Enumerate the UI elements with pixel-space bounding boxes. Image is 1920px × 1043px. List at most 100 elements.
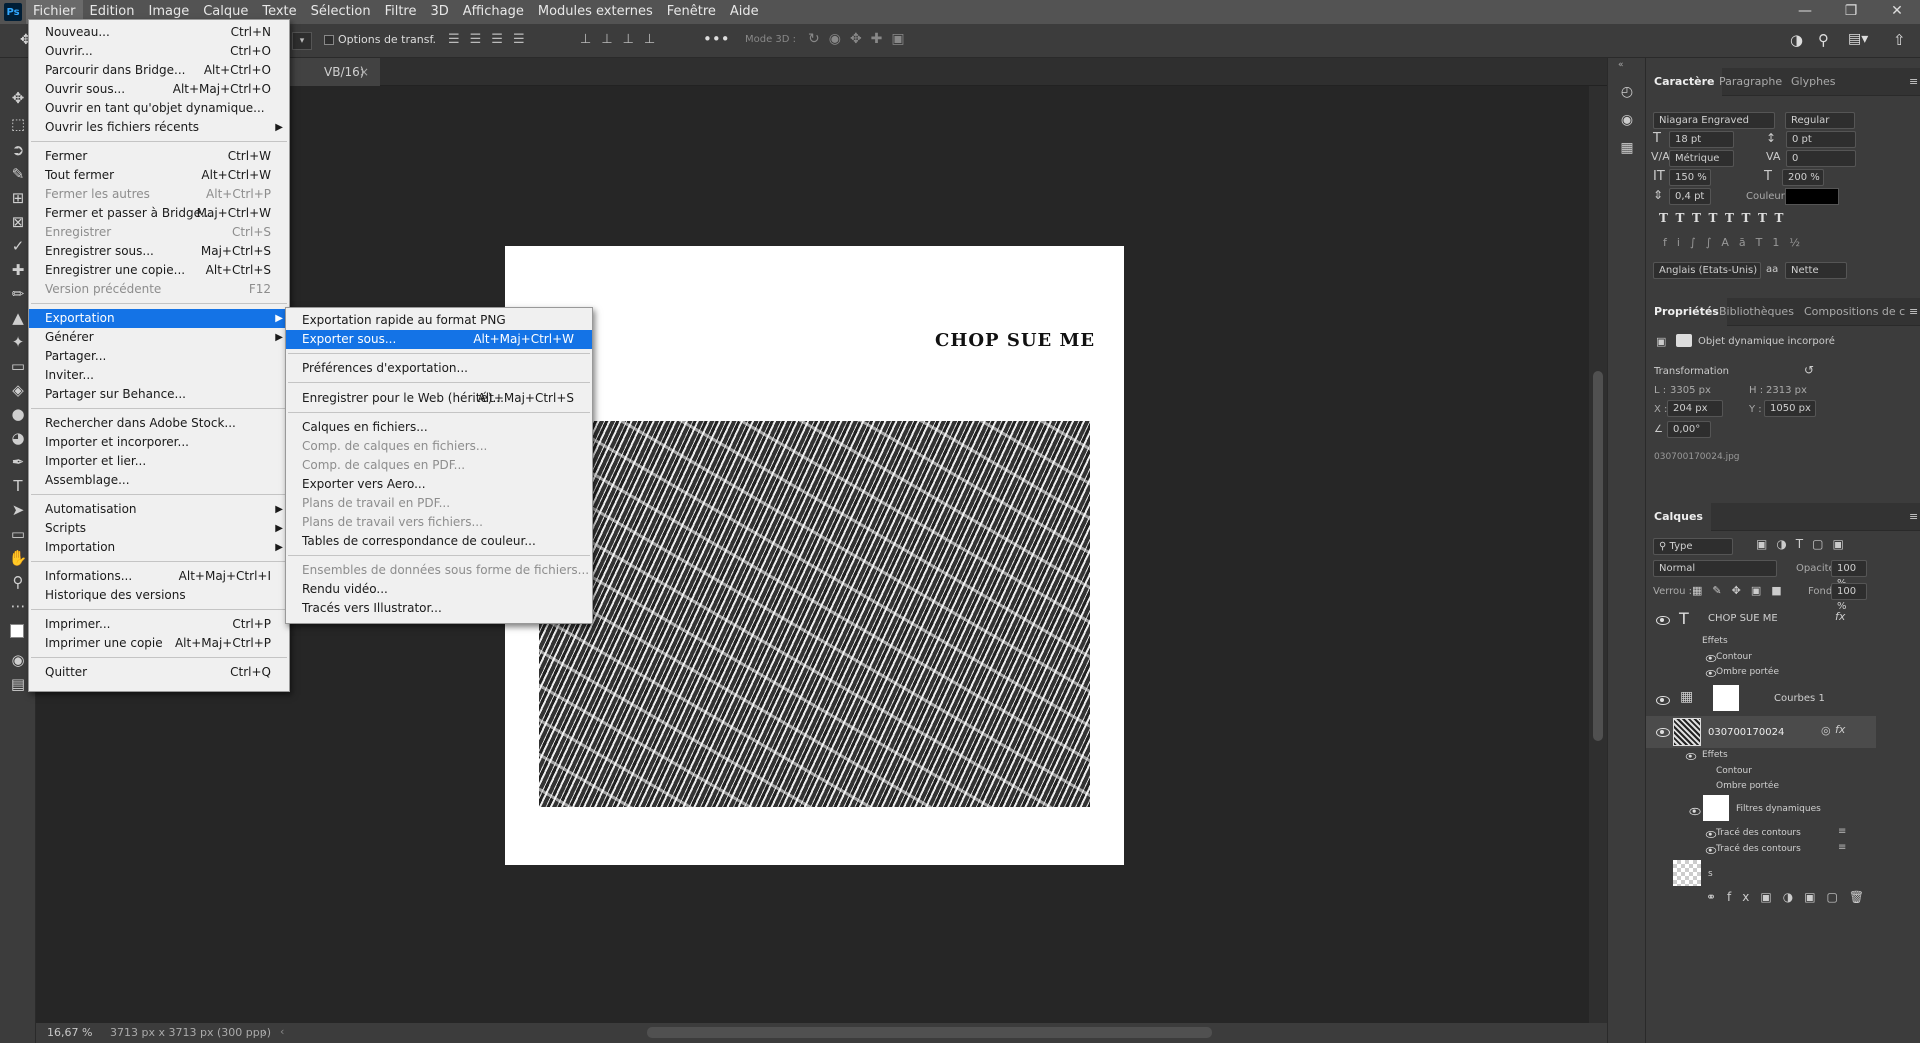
- filter-options-icon[interactable]: ≡: [1838, 826, 1846, 837]
- transform-options-checkbox[interactable]: [324, 35, 334, 45]
- menu-item-print-one-copy[interactable]: Imprimer une copie Alt+Maj+Ctrl+P: [29, 634, 289, 653]
- brush-tool-icon[interactable]: ✏: [8, 284, 28, 304]
- vertical-scrollbar[interactable]: [1589, 86, 1607, 1023]
- reset-transform-icon[interactable]: ↺: [1804, 363, 1814, 377]
- menu-affichage[interactable]: Affichage: [456, 0, 531, 24]
- y-position-field[interactable]: 1050 px: [1764, 400, 1816, 417]
- menu-item-generate[interactable]: Générer ▶: [29, 328, 289, 347]
- menu-item-invite[interactable]: Inviter...: [29, 366, 289, 385]
- opentype-buttons[interactable]: fi∫∫AāT1½: [1663, 236, 1810, 249]
- menu-item-file-info[interactable]: Informations... Alt+Maj+Ctrl+I: [29, 567, 289, 586]
- move-tool-icon[interactable]: ✥: [8, 88, 28, 108]
- layer-name-text[interactable]: CHOP SUE ME: [1708, 613, 1778, 624]
- menu-item-export-preferences[interactable]: Préférences d'exportation...: [286, 359, 592, 378]
- baseline-shift-field[interactable]: 0,4 pt: [1669, 188, 1711, 205]
- document-tab[interactable]: VB/16) ×: [290, 58, 380, 86]
- font-family-dropdown[interactable]: Niagara Engraved: [1653, 112, 1775, 129]
- menu-item-new[interactable]: Nouveau... Ctrl+N: [29, 23, 289, 42]
- tab-bibliotheques[interactable]: Bibliothèques: [1711, 298, 1802, 326]
- blend-mode-dropdown[interactable]: Normal: [1653, 560, 1777, 577]
- menu-item-paths-illustrator[interactable]: Tracés vers Illustrator...: [286, 599, 592, 618]
- menu-item-print[interactable]: Imprimer... Ctrl+P: [29, 615, 289, 634]
- document-canvas[interactable]: CHOP SUE ME: [505, 246, 1124, 865]
- menu-fenetre[interactable]: Fenêtre: [660, 0, 723, 24]
- more-tools-icon[interactable]: ⋯: [8, 596, 28, 616]
- menu-item-import[interactable]: Importation ▶: [29, 538, 289, 557]
- quick-select-tool-icon[interactable]: ✎: [8, 164, 28, 184]
- align-icons[interactable]: ☰☰☰☰: [448, 32, 535, 47]
- menu-selection[interactable]: Sélection: [304, 0, 378, 24]
- status-arrow-icon[interactable]: ›: [262, 1025, 266, 1038]
- menu-item-automate[interactable]: Automatisation ▶: [29, 500, 289, 519]
- color-panel-icon[interactable]: ◉: [1617, 110, 1637, 130]
- layer-name-bottom[interactable]: s: [1708, 869, 1713, 879]
- tab-paragraphe[interactable]: Paragraphe: [1711, 68, 1790, 96]
- filter-visibility-icon[interactable]: [1705, 831, 1717, 838]
- menu-item-export-as[interactable]: Exporter sous... Alt+Maj+Ctrl+W: [286, 330, 592, 349]
- effect-contour[interactable]: Contour: [1716, 652, 1752, 662]
- menu-item-place-embedded[interactable]: Importer et incorporer...: [29, 433, 289, 452]
- share-icon[interactable]: ⇧: [1893, 31, 1906, 49]
- menu-item-save-copy[interactable]: Enregistrer une copie... Alt+Ctrl+S: [29, 261, 289, 280]
- language-dropdown[interactable]: Anglais (Etats-Unis): [1653, 262, 1761, 279]
- menu-item-render-video[interactable]: Rendu vidéo...: [286, 580, 592, 599]
- effect-contour[interactable]: Contour: [1716, 766, 1752, 776]
- menu-item-color-lookup[interactable]: Tables de correspondance de couleur...: [286, 532, 592, 551]
- menu-item-version-history[interactable]: Historique des versions: [29, 586, 289, 605]
- horizontal-scroll-thumb[interactable]: [647, 1027, 1212, 1038]
- quick-mask-icon[interactable]: ◉: [8, 650, 28, 670]
- menu-item-quick-export-png[interactable]: Exportation rapide au format PNG: [286, 311, 592, 330]
- fx-icon[interactable]: fx: [1835, 723, 1845, 736]
- menu-item-open-smart[interactable]: Ouvrir en tant qu'objet dynamique...: [29, 99, 289, 118]
- menu-item-adobe-stock[interactable]: Rechercher dans Adobe Stock...: [29, 414, 289, 433]
- filter-trace-2[interactable]: Tracé des contours: [1716, 844, 1801, 854]
- pen-tool-icon[interactable]: ✒: [8, 452, 28, 472]
- fx-icon[interactable]: fx: [1835, 610, 1845, 623]
- layer-bottom-toolbar-icons[interactable]: ⚭fx▣◑▣▢🗑: [1706, 890, 1875, 904]
- font-style-dropdown[interactable]: Regular: [1785, 112, 1855, 129]
- marquee-tool-icon[interactable]: ⬚: [8, 114, 28, 134]
- menu-item-scripts[interactable]: Scripts ▶: [29, 519, 289, 538]
- stamp-tool-icon[interactable]: ▲: [8, 308, 28, 328]
- distribute-icons[interactable]: ⊥⊥⊥⊥: [580, 32, 665, 47]
- menu-3d[interactable]: 3D: [424, 0, 456, 24]
- menu-item-behance[interactable]: Partager sur Behance...: [29, 385, 289, 404]
- tab-glyphes[interactable]: Glyphes: [1783, 68, 1844, 96]
- tab-compositions[interactable]: Compositions de c: [1796, 298, 1913, 326]
- filter-visibility-icon[interactable]: [1705, 847, 1717, 854]
- zoom-level[interactable]: 16,67 %: [47, 1026, 92, 1039]
- layer-mask-thumbnail[interactable]: [1713, 685, 1739, 711]
- effects-visibility-icon[interactable]: [1685, 753, 1697, 760]
- menu-item-close[interactable]: Fermer Ctrl+W: [29, 147, 289, 166]
- visibility-eye-icon[interactable]: [1656, 696, 1670, 705]
- foreground-color-swatch[interactable]: [10, 624, 24, 638]
- menu-item-recent[interactable]: Ouvrir les fichiers récents ▶: [29, 118, 289, 137]
- filter-options-icon[interactable]: ≡: [1838, 842, 1846, 853]
- effect-visibility-icon[interactable]: [1705, 655, 1717, 662]
- scroll-left-icon[interactable]: ‹: [280, 1025, 284, 1038]
- x-position-field[interactable]: 204 px: [1667, 400, 1723, 417]
- hand-tool-icon[interactable]: ✋: [8, 548, 28, 568]
- history-brush-tool-icon[interactable]: ✦: [8, 332, 28, 352]
- collapse-panels-icon[interactable]: «: [1618, 60, 1624, 70]
- kerning-dropdown[interactable]: Métrique: [1669, 150, 1734, 167]
- layer-name-smart[interactable]: 030700170024: [1708, 727, 1784, 738]
- text-style-buttons[interactable]: TTTTTTTT: [1659, 211, 1791, 225]
- visibility-eye-icon[interactable]: [1656, 616, 1670, 625]
- zoom-tool-icon[interactable]: ⚲: [8, 572, 28, 592]
- fill-field[interactable]: 100 %: [1831, 583, 1867, 612]
- vertical-scale-field[interactable]: 150 %: [1669, 169, 1711, 186]
- auto-select-dropdown-icon[interactable]: ▾: [292, 32, 312, 50]
- menu-item-package[interactable]: Assemblage...: [29, 471, 289, 490]
- workspace-icon[interactable]: ▤▾: [1848, 31, 1868, 47]
- leading-field[interactable]: 0 pt: [1786, 131, 1856, 148]
- angle-field[interactable]: 0,00°: [1667, 421, 1711, 438]
- menu-item-export[interactable]: Exportation ▶: [29, 309, 289, 328]
- font-size-field[interactable]: 18 pt: [1669, 131, 1734, 148]
- more-options-icon[interactable]: •••: [703, 30, 730, 48]
- layer-filter-dropdown[interactable]: ⚲ Type: [1653, 538, 1733, 555]
- menu-item-quit[interactable]: Quitter Ctrl+Q: [29, 663, 289, 682]
- path-select-tool-icon[interactable]: ➤: [8, 500, 28, 520]
- screen-mode-icon[interactable]: ▤: [8, 674, 28, 694]
- menu-modules-externes[interactable]: Modules externes: [531, 0, 660, 24]
